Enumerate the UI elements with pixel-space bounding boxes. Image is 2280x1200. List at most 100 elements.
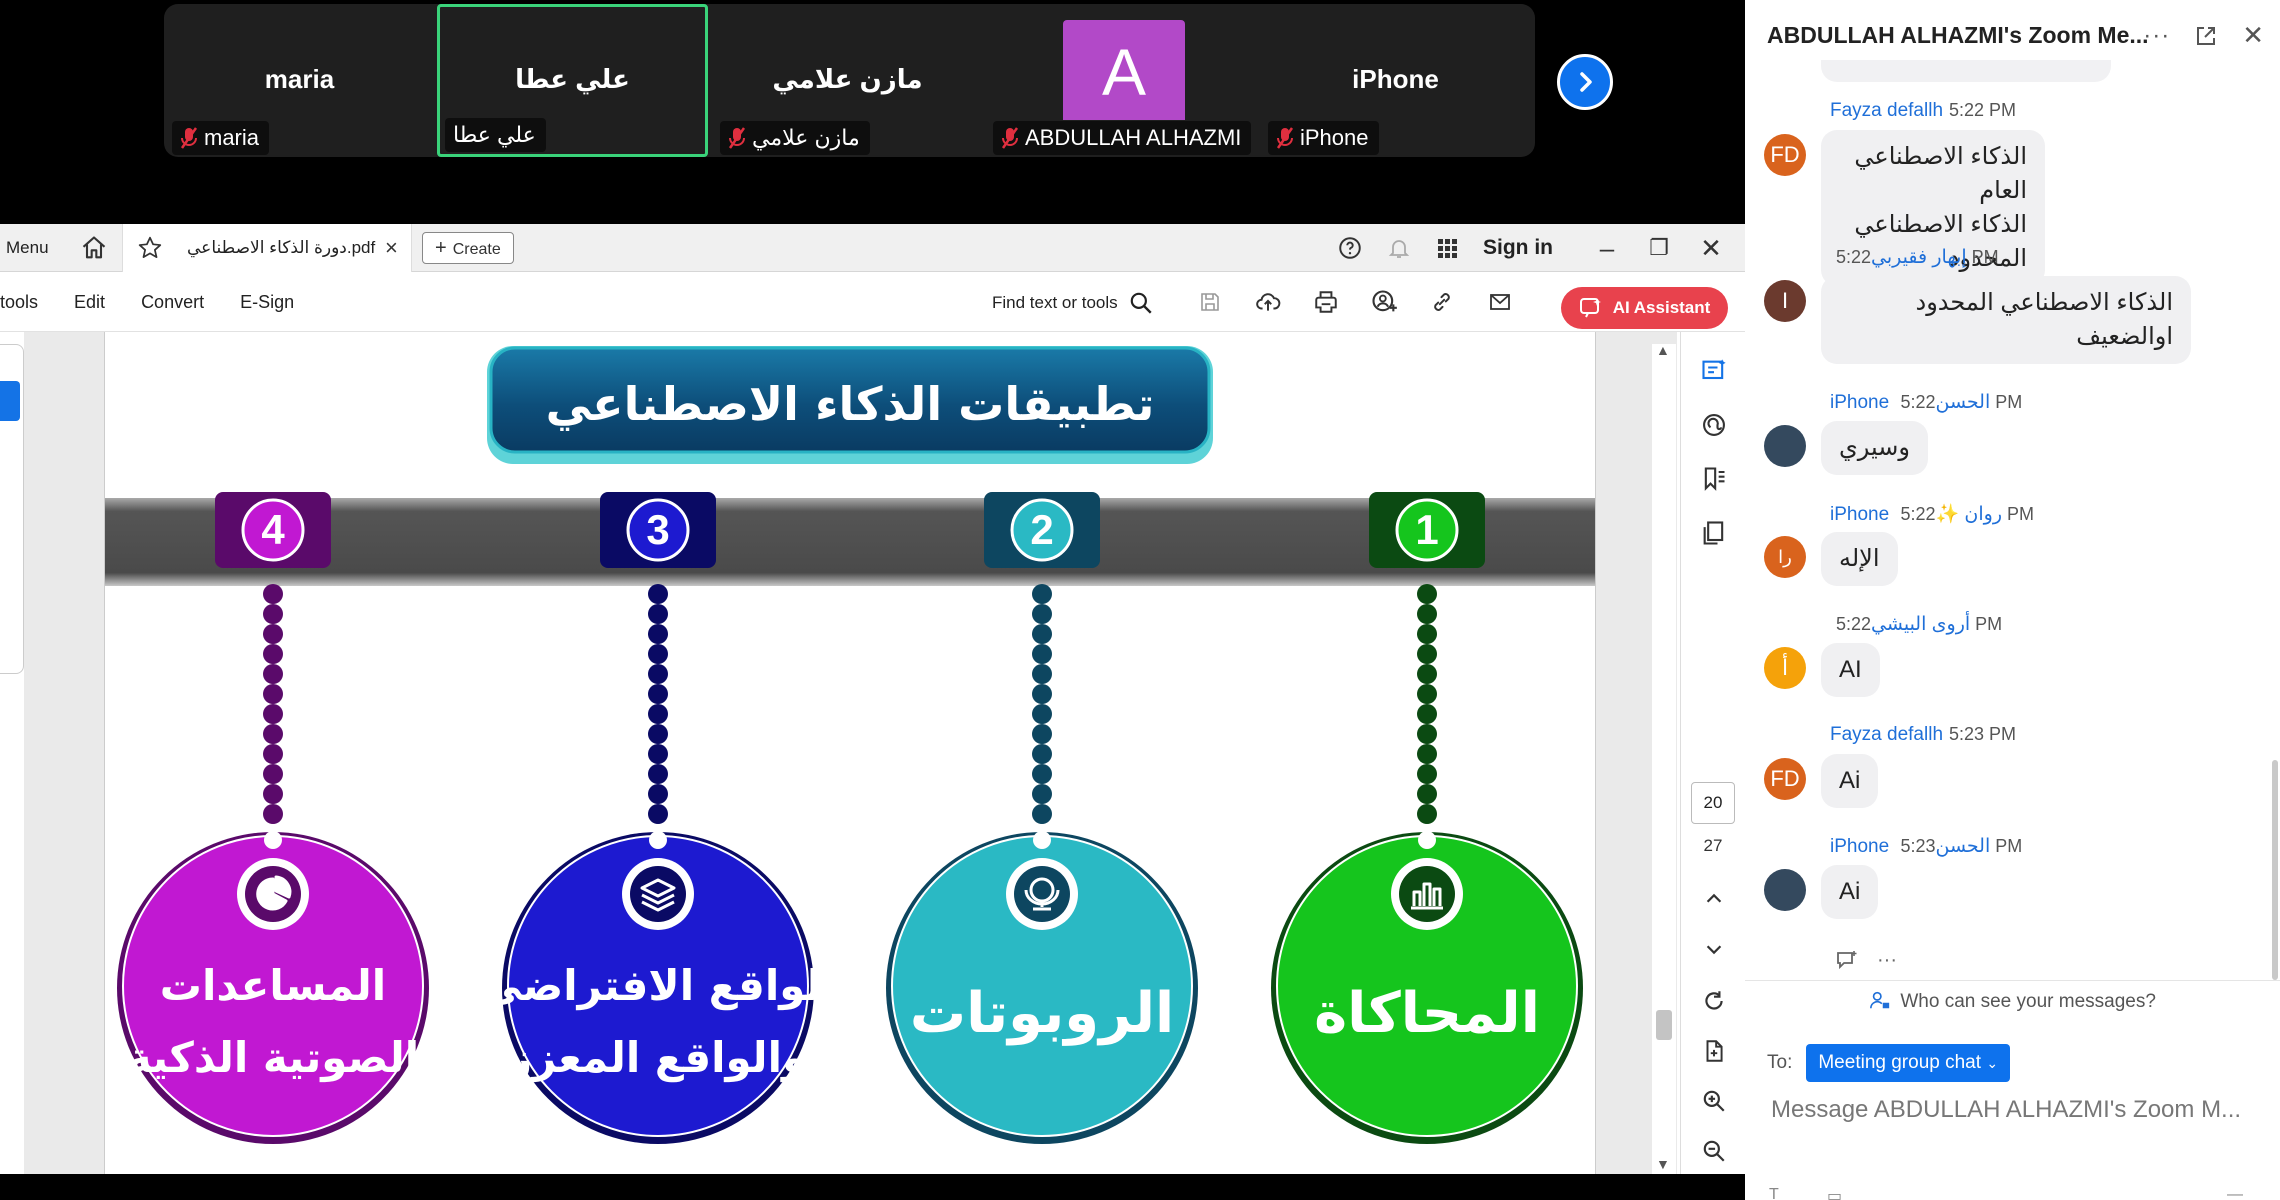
find-tools-search[interactable]: Find text or tools: [992, 290, 1154, 316]
video-tile-maria[interactable]: maria maria: [164, 4, 435, 157]
next-page-button[interactable]: [1557, 54, 1613, 110]
chain-bead: [648, 784, 668, 804]
chain-bead: [648, 624, 668, 644]
slide-item-2: 2 الروبوتات: [886, 492, 1198, 1144]
message-bubble[interactable]: وسيري: [1821, 421, 1928, 475]
annotation-icon[interactable]: [1697, 408, 1731, 442]
mic-off-icon: [1001, 127, 1019, 149]
slide-item-3: 3 الواقع الافتراضي والواقع المعزز: [480, 492, 836, 1144]
menu-tools[interactable]: tools: [0, 292, 38, 313]
pop-out-icon[interactable]: [2194, 24, 2218, 48]
chain-bead: [1417, 684, 1437, 704]
save-icon[interactable]: [1192, 284, 1228, 320]
document-tab-title: دورة الذكاء الاصطناعي.pdf: [187, 238, 376, 257]
print-icon[interactable]: [1308, 284, 1344, 320]
close-window-icon[interactable]: ✕: [1697, 233, 1725, 264]
more-options-icon[interactable]: ···: [2143, 22, 2170, 50]
close-tab-icon[interactable]: ×: [385, 235, 398, 261]
chain-bead: [263, 584, 283, 604]
message-bubble[interactable]: Ai: [1821, 865, 1879, 919]
pie-chart-icon: [256, 875, 292, 911]
sender-name[interactable]: Fayza defallh: [1830, 100, 1943, 121]
share-user-icon[interactable]: [1366, 284, 1402, 320]
participant-avatar: A: [1063, 20, 1185, 120]
bookmarks-icon[interactable]: [1697, 462, 1731, 496]
cloud-upload-icon[interactable]: [1250, 284, 1286, 320]
menu-esign[interactable]: E-Sign: [240, 292, 294, 313]
recipient-row: To: Meeting group chat ⌄: [1767, 1044, 2011, 1082]
chain-bead: [1417, 584, 1437, 604]
selection-tool-icon[interactable]: [0, 381, 20, 421]
chain-bead: [1417, 804, 1437, 824]
message-bubble[interactable]: AI: [1821, 643, 1880, 697]
create-button[interactable]: + Create: [422, 232, 514, 264]
menu-edit[interactable]: Edit: [74, 292, 105, 313]
chain-bead: [263, 624, 283, 644]
total-pages: 27: [1703, 836, 1723, 855]
sign-in-button[interactable]: Sign in: [1483, 236, 1553, 260]
more-actions-icon[interactable]: ···: [1877, 949, 1897, 972]
chain-bead: [263, 764, 283, 784]
previous-page-icon[interactable]: [1697, 882, 1731, 916]
chat-scrollbar[interactable]: [2272, 760, 2278, 980]
bell-icon[interactable]: [1387, 235, 1411, 261]
scroll-up-icon[interactable]: ▲: [1656, 342, 1670, 358]
scroll-down-icon[interactable]: ▼: [1656, 1156, 1670, 1172]
ai-assistant-button[interactable]: AI Assistant: [1561, 287, 1728, 329]
extract-page-icon[interactable]: [1697, 1034, 1731, 1068]
who-can-see-link[interactable]: Who can see your messages?: [1745, 980, 2280, 1016]
chain-bead: [648, 704, 668, 724]
recipient-dropdown[interactable]: Meeting group chat ⌄: [1806, 1044, 2011, 1082]
close-chat-icon[interactable]: ✕: [2242, 20, 2264, 51]
message-bubble[interactable]: Ai: [1821, 754, 1879, 808]
chat-messages[interactable]: FD Fayza defallh 5:22 PM الذكاء الاصطناعي…: [1745, 60, 2265, 970]
chain-bead: [1417, 664, 1437, 684]
menu-button[interactable]: Menu: [6, 238, 49, 258]
hook-ring: [1418, 831, 1436, 849]
chain-bead: [263, 744, 283, 764]
sender-name[interactable]: إبهار فقيربي: [1871, 247, 1967, 268]
message-input[interactable]: Message ABDULLAH ALHAZMI's Zoom M...: [1771, 1096, 2261, 1124]
tool-icons: [1192, 284, 1518, 320]
vertical-scrollbar[interactable]: ▲ ▼: [1652, 342, 1676, 1174]
participant-name: علي عطا: [515, 64, 630, 94]
apps-grid-icon[interactable]: [1435, 236, 1459, 260]
sender-name[interactable]: Fayza defallh: [1830, 724, 1943, 745]
rotate-icon[interactable]: [1697, 984, 1731, 1018]
message-bubble[interactable]: الإله: [1821, 532, 1898, 586]
sender-name[interactable]: أروى البيشي: [1871, 614, 1970, 635]
reply-icon[interactable]: [1833, 948, 1859, 972]
sender-avatar: FD: [1764, 134, 1806, 176]
current-page-input[interactable]: 20: [1691, 782, 1735, 824]
video-tile-mazen-allami[interactable]: مازن علامي مازن علامي: [712, 4, 983, 157]
menu-convert[interactable]: Convert: [141, 292, 204, 313]
chain-bead: [1417, 744, 1437, 764]
star-icon[interactable]: [137, 235, 163, 261]
participant-label: iPhone: [1268, 121, 1379, 155]
zoom-out-icon[interactable]: [1697, 1134, 1731, 1168]
file-attach-icon[interactable]: ▭: [1827, 1186, 1842, 1200]
zoom-in-icon[interactable]: [1697, 1084, 1731, 1118]
chain-bead: [1032, 644, 1052, 664]
email-icon[interactable]: [1482, 284, 1518, 320]
home-icon[interactable]: [80, 234, 108, 262]
help-icon[interactable]: [1337, 235, 1363, 261]
minimize-icon[interactable]: –: [1593, 233, 1621, 264]
pdf-page[interactable]: تطبيقات الذكاء الاصطناعي 1 المحاكاة 2 الروب…: [104, 332, 1596, 1174]
next-page-icon[interactable]: [1697, 932, 1731, 966]
maximize-icon[interactable]: ❐: [1645, 235, 1673, 261]
video-tile-iphone[interactable]: iPhone iPhone: [1260, 4, 1531, 157]
left-tools-rail[interactable]: [0, 344, 24, 674]
message-bubble[interactable]: الذكاء الاصطناعي المحدود اوالضعيف: [1821, 276, 2191, 364]
pages-icon[interactable]: [1697, 516, 1731, 550]
scrollbar-thumb[interactable]: [1656, 1010, 1672, 1040]
participant-name: مازن علامي: [772, 64, 923, 94]
ai-sparkle-icon: [1579, 298, 1601, 318]
document-tab[interactable]: دورة الذكاء الاصطناعي.pdf ×: [122, 224, 412, 272]
format-text-icon[interactable]: T: [1769, 1186, 1779, 1200]
link-icon[interactable]: [1424, 284, 1460, 320]
sender-avatar: FD: [1764, 758, 1806, 800]
comment-panel-icon[interactable]: [1697, 354, 1731, 388]
send-options-icon[interactable]: —: [2227, 1186, 2243, 1200]
video-tile-ali-ata[interactable]: علي عطا علي عطا: [437, 4, 708, 157]
